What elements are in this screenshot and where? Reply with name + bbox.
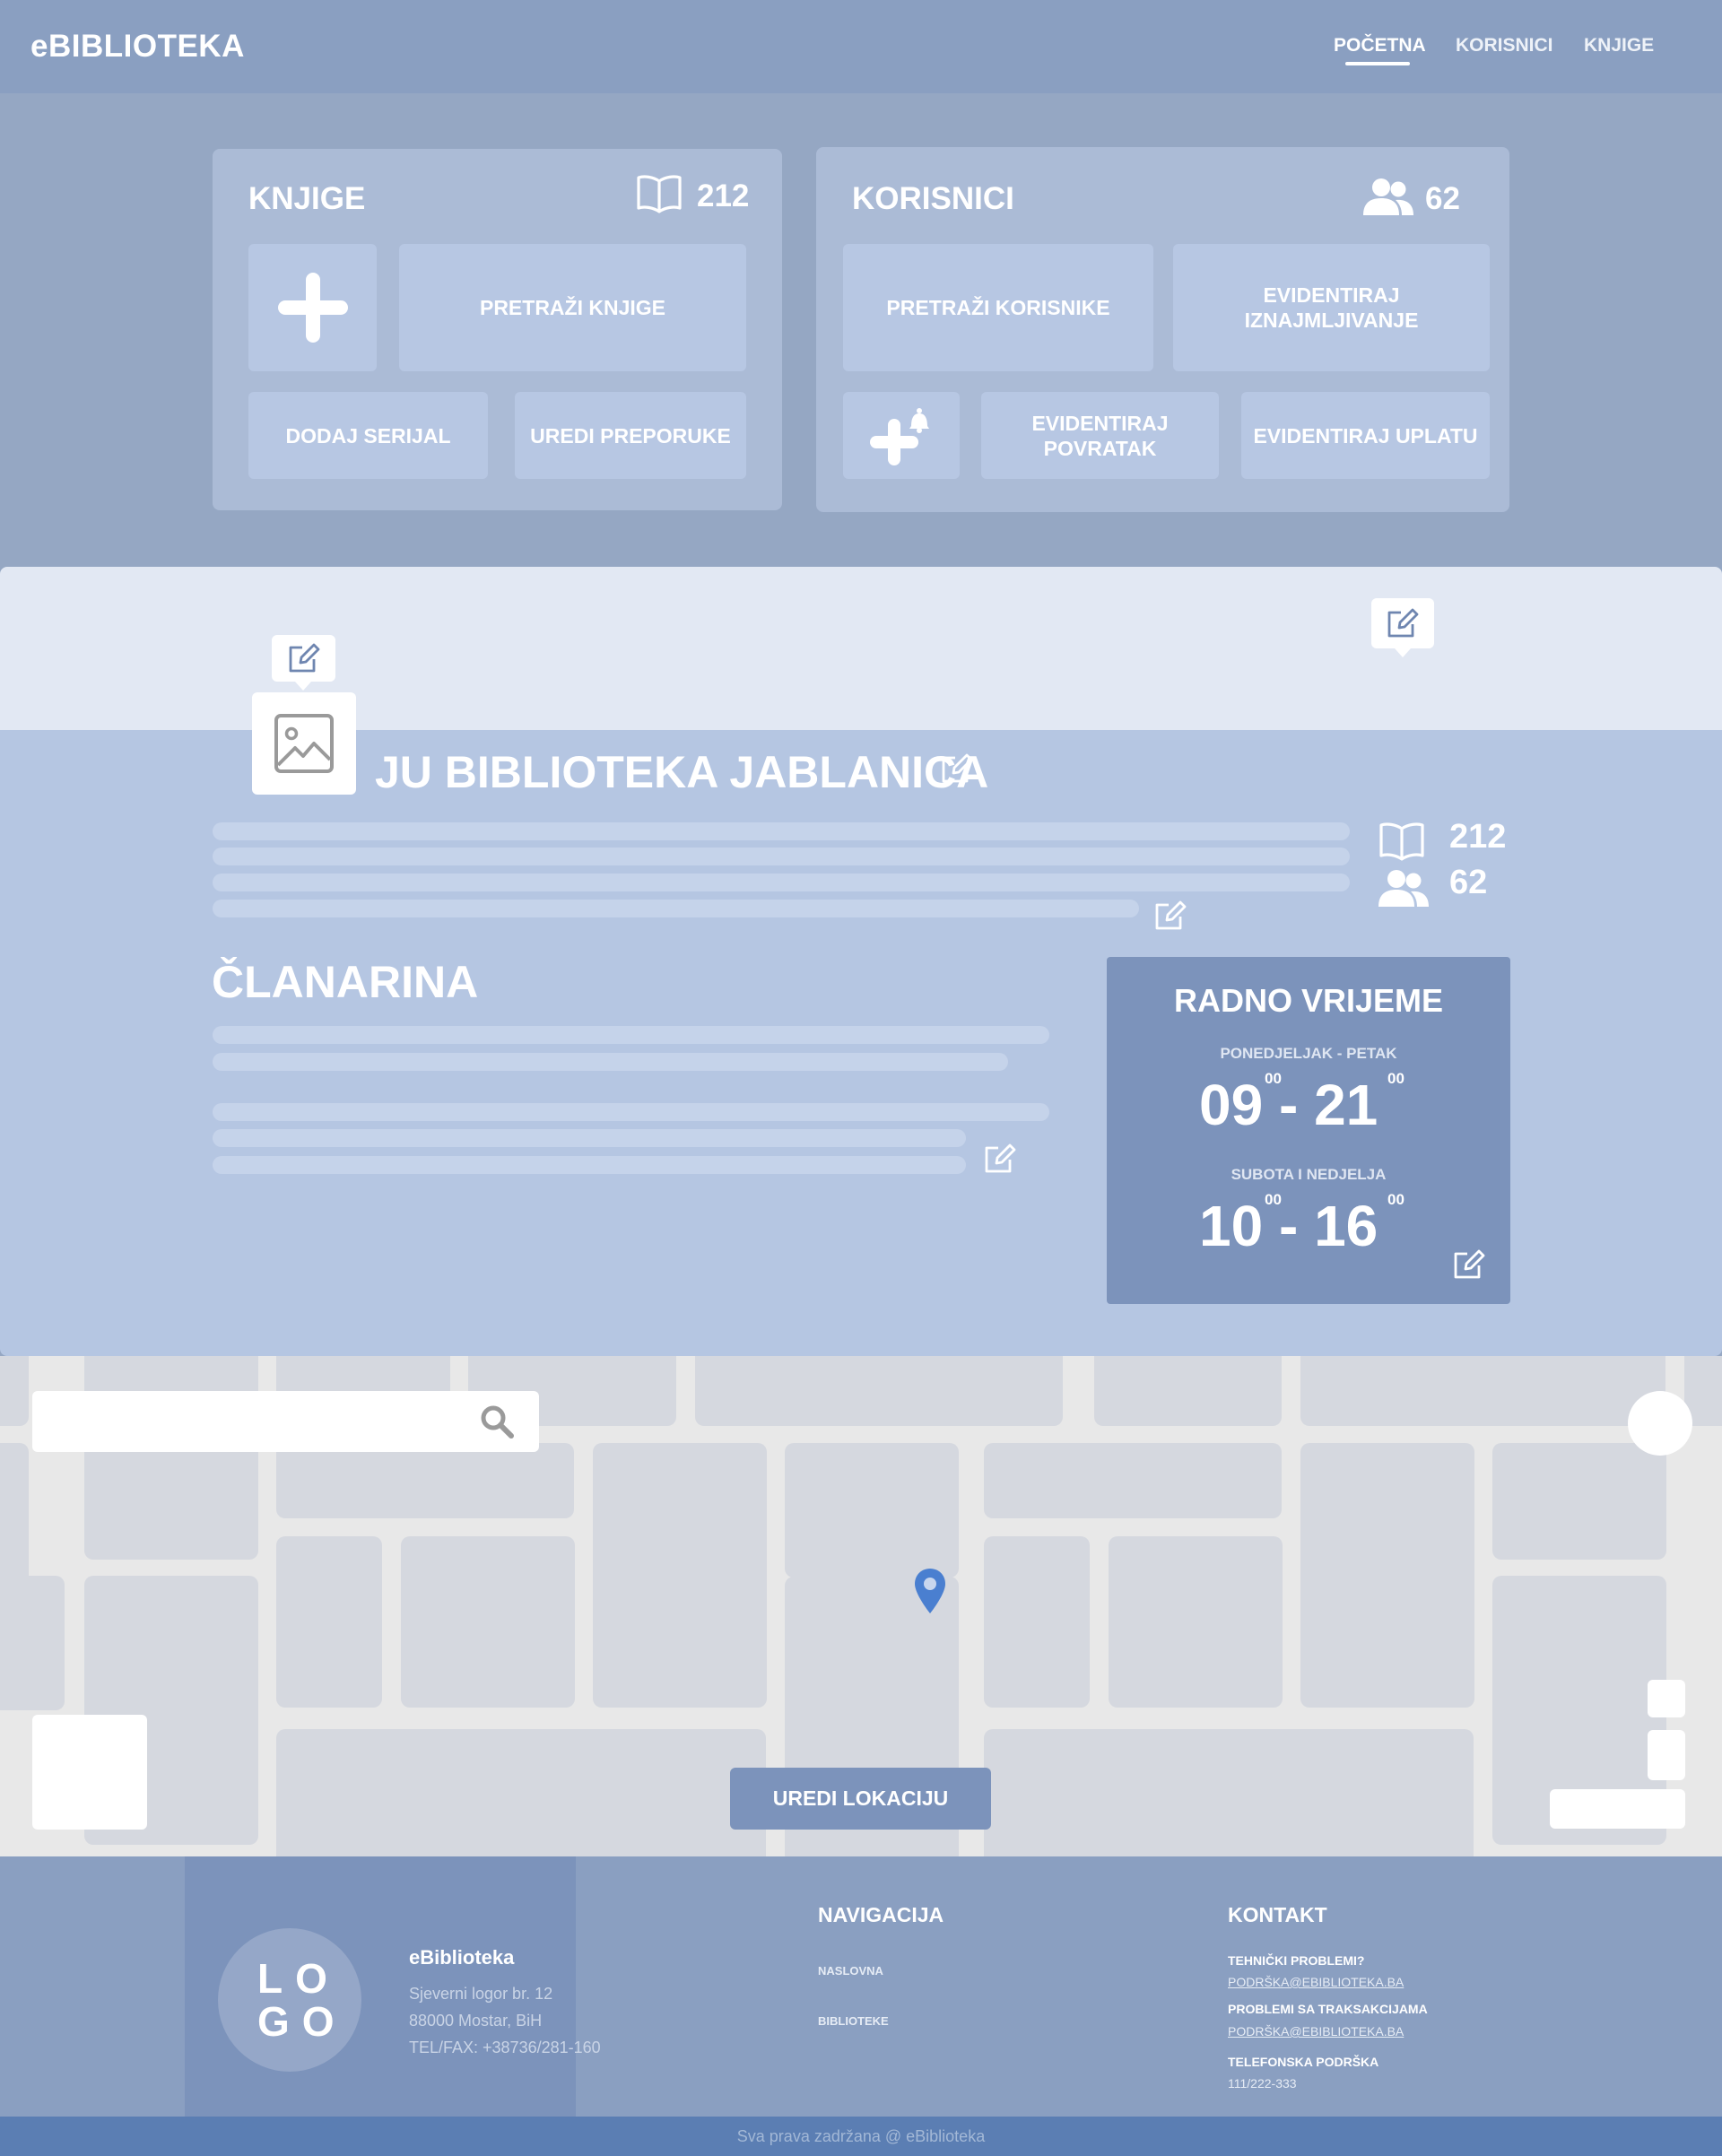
search-books-button[interactable]: PRETRAŽI KNJIGE — [399, 244, 746, 371]
books-panel-title: KNJIGE — [248, 181, 366, 216]
map-zoom-in-button[interactable] — [1648, 1680, 1685, 1717]
users-panel: KORISNICI 62 PRETRAŽI KORISNIKE EVIDENTI… — [816, 147, 1509, 512]
library-users-count: 62 — [1449, 864, 1488, 901]
library-books-count: 212 — [1449, 818, 1507, 856]
map-attribution — [1550, 1789, 1685, 1829]
membership-line — [213, 1103, 1049, 1121]
footer-logo: LO GO — [218, 1928, 361, 2072]
edit-hours-button[interactable] — [1452, 1248, 1486, 1282]
image-icon — [274, 714, 334, 773]
footer-contact-title: KONTAKT — [1228, 1903, 1327, 1926]
books-count: 212 — [697, 178, 750, 213]
edit-membership-button[interactable] — [983, 1142, 1017, 1176]
edit-cover-button[interactable] — [1371, 598, 1434, 657]
edit-icon — [985, 1143, 1016, 1173]
edit-icon — [289, 643, 319, 673]
nav-link-pocetna[interactable]: POČETNA — [1334, 35, 1426, 57]
edit-icon — [942, 753, 973, 783]
navbar: eBIBLIOTEKA POČETNA KORISNICI KNJIGE — [0, 0, 1722, 93]
weekdays-label: PONEDJELJAK - PETAK — [1220, 1045, 1397, 1062]
nav-link-knjige[interactable]: KNJIGE — [1584, 35, 1654, 57]
membership-title: ČLANARINA — [212, 957, 479, 1007]
tech-support-email[interactable]: PODRŠKA@EBIBLIOTEKA.BA — [1228, 1975, 1404, 1989]
library-name: JU BIBLIOTEKA JABLANICA — [375, 747, 989, 797]
edit-description-button[interactable] — [1153, 899, 1187, 933]
plus-icon — [277, 273, 348, 343]
description-line — [213, 822, 1350, 840]
working-hours-card: RADNO VRIJEME PONEDJELJAK - PETAK 00 00 … — [1107, 957, 1510, 1304]
location-marker-icon[interactable] — [914, 1568, 946, 1614]
users-panel-title: KORISNICI — [852, 181, 1014, 216]
weekend-label: SUBOTA I NEDJELJA — [1231, 1166, 1387, 1183]
edit-icon — [1155, 900, 1187, 930]
record-payment-button[interactable]: EVIDENTIRAJ UPLATU — [1241, 392, 1490, 479]
map-zoom-out-button[interactable] — [1648, 1730, 1685, 1780]
record-return-button[interactable]: EVIDENTIRAJ POVRATAK — [981, 392, 1219, 479]
book-icon — [1378, 822, 1425, 861]
weekdays-time: 09 - 21 — [1199, 1073, 1378, 1137]
add-book-button[interactable] — [248, 244, 377, 371]
weekend-close-minutes: 00 — [1387, 1191, 1405, 1208]
transactions-email[interactable]: PODRŠKA@EBIBLIOTEKA.BA — [1228, 2024, 1404, 2039]
description-line — [213, 874, 1350, 891]
edit-name-button[interactable] — [940, 752, 974, 786]
phone-support-label: TELEFONSKA PODRŠKA — [1228, 2055, 1379, 2069]
add-serial-button[interactable]: DODAJ SERIJAL — [248, 392, 488, 479]
search-users-button[interactable]: PRETRAŽI KORISNIKE — [843, 244, 1153, 371]
edit-recommendations-button[interactable]: UREDI PREPORUKE — [515, 392, 746, 479]
copyright: Sva prava zadržana @ eBiblioteka — [0, 2117, 1722, 2156]
active-nav-indicator — [1345, 62, 1410, 65]
library-logo-placeholder — [252, 692, 356, 795]
map-locate-button[interactable] — [1628, 1391, 1692, 1456]
edit-icon — [1387, 608, 1419, 638]
footer-phone: TEL/FAX: +38736/281-160 — [409, 2039, 601, 2056]
footer-address-line2: 88000 Mostar, BiH — [409, 2012, 543, 2030]
edit-logo-button[interactable] — [272, 635, 335, 691]
membership-line — [213, 1129, 966, 1147]
map-type-toggle[interactable] — [32, 1715, 147, 1830]
membership-line — [213, 1156, 966, 1174]
logo-text: LO GO — [257, 1955, 347, 2045]
map-search-input[interactable] — [32, 1391, 539, 1452]
brand-logo[interactable]: eBIBLIOTEKA — [30, 29, 245, 65]
weekdays-close-minutes: 00 — [1387, 1070, 1405, 1087]
membership-line — [213, 1026, 1049, 1044]
add-notification-button[interactable] — [843, 392, 960, 479]
edit-icon — [1454, 1249, 1485, 1279]
phone-support-number: 111/222-333 — [1228, 2076, 1297, 2091]
footer-link-naslovna[interactable]: NASLOVNA — [818, 1964, 883, 1978]
footer-link-biblioteke[interactable]: BIBLIOTEKE — [818, 2014, 889, 2028]
record-lending-button[interactable]: EVIDENTIRAJ IZNAJMLJIVANJE — [1173, 244, 1490, 371]
books-panel: KNJIGE 212 PRETRAŽI KNJIGE DODAJ SERIJAL… — [213, 149, 782, 510]
tech-support-label: TEHNIČKI PROBLEMI? — [1228, 1953, 1365, 1968]
transactions-label: PROBLEMI SA TRAKSAKCIJAMA — [1228, 2002, 1428, 2016]
footer-brand: eBiblioteka — [409, 1946, 515, 1969]
plus-bell-icon — [870, 407, 929, 465]
book-icon — [636, 174, 683, 213]
edit-location-button[interactable]: UREDI LOKACIJU — [730, 1768, 991, 1830]
search-icon[interactable] — [480, 1404, 514, 1439]
users-icon — [1363, 178, 1413, 215]
membership-line — [213, 1053, 1008, 1071]
description-line — [213, 900, 1139, 917]
footer-nav-title: NAVIGACIJA — [818, 1903, 944, 1926]
description-line — [213, 848, 1350, 865]
working-hours-title: RADNO VRIJEME — [1173, 982, 1444, 1019]
footer-address-line1: Sjeverni logor br. 12 — [409, 1985, 553, 2003]
nav-link-korisnici[interactable]: KORISNICI — [1456, 35, 1553, 57]
weekend-time: 10 - 16 — [1199, 1194, 1378, 1258]
users-count: 62 — [1425, 181, 1460, 216]
users-icon — [1378, 869, 1429, 907]
